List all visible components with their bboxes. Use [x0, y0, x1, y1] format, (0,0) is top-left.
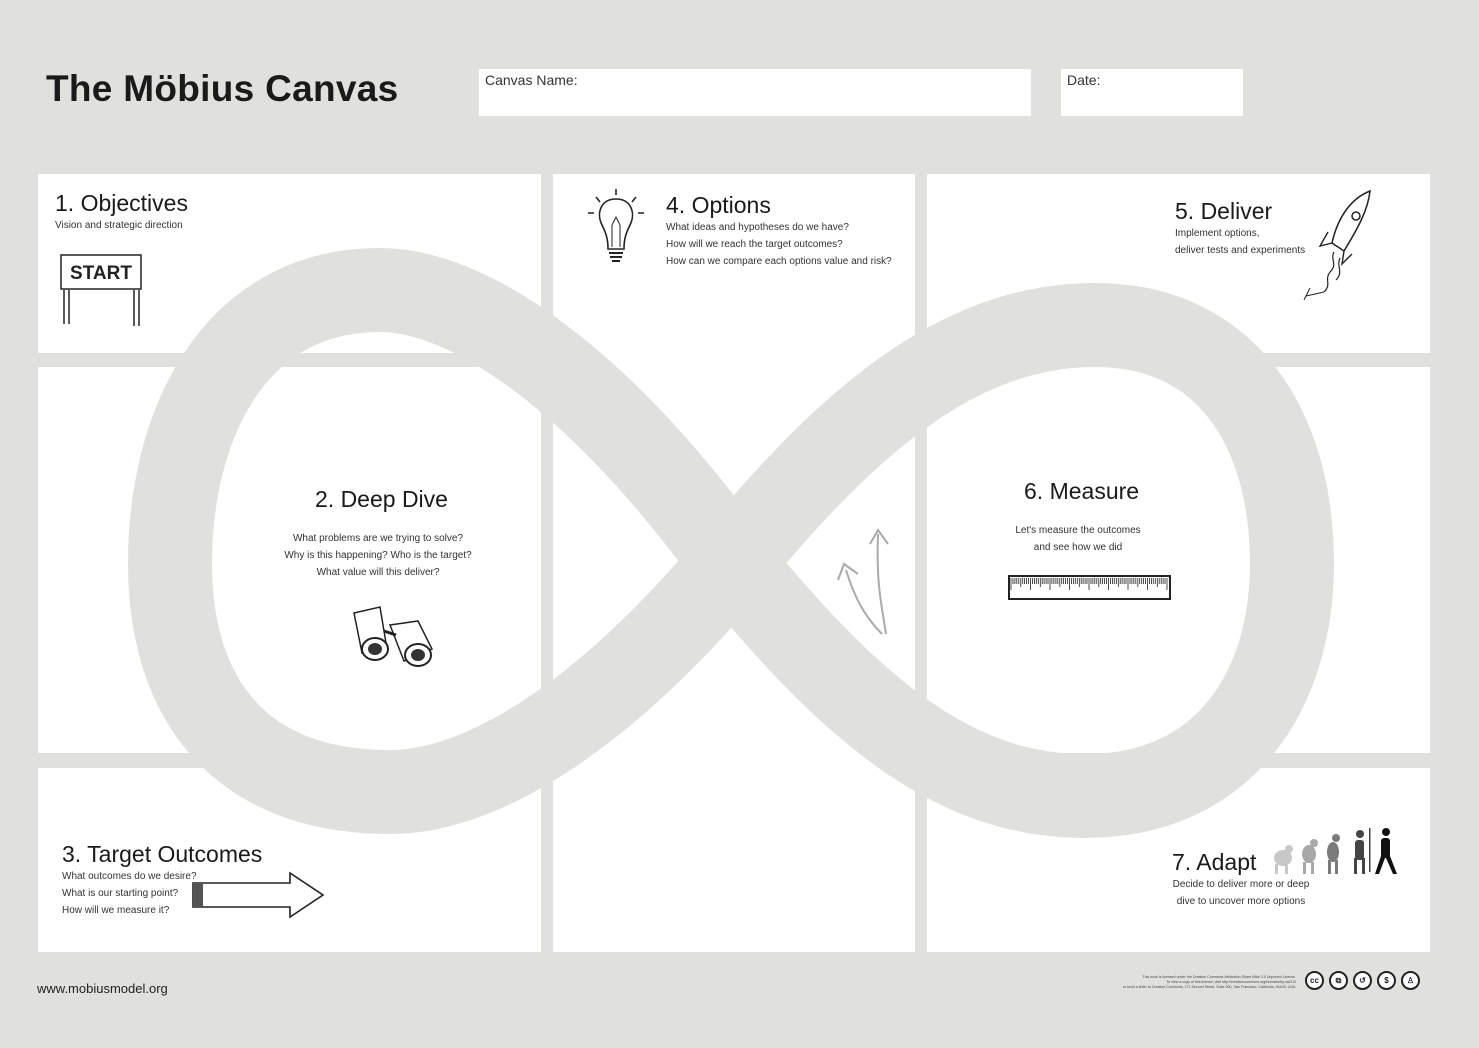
- target-outcomes-line: How will we measure it?: [62, 905, 170, 916]
- measure-line: and see how we did: [1033, 542, 1123, 553]
- page-title: The Möbius Canvas: [46, 68, 399, 109]
- share-alike-icon: ↺: [1353, 971, 1372, 990]
- options-line: What ideas and hypotheses do we have?: [666, 222, 849, 233]
- target-outcomes-line: What is our starting point?: [62, 888, 179, 899]
- measure-title: 6. Measure: [1024, 478, 1140, 504]
- ruler-icon: [1008, 575, 1171, 600]
- target-outcomes-title: 3. Target Outcomes: [62, 841, 263, 867]
- canvas-name-label: Canvas Name:: [485, 72, 578, 88]
- date-field[interactable]: Date:: [1061, 69, 1243, 116]
- deliver-line: deliver tests and experiments: [1175, 245, 1306, 256]
- date-label: Date:: [1067, 72, 1101, 88]
- deliver-title: 5. Deliver: [1175, 198, 1273, 224]
- evolution-icon: [1274, 828, 1397, 874]
- panel-measure: [927, 367, 1430, 753]
- adapt-line: Decide to deliver more or deep: [1172, 879, 1310, 890]
- cc-badges: cc ⧉ ↺ $ ♙: [1305, 971, 1420, 990]
- copy-icon: ⧉: [1329, 971, 1348, 990]
- options-title: 4. Options: [666, 192, 771, 218]
- arrow-right-icon: [192, 871, 325, 919]
- objectives-line: Vision and strategic direction: [55, 220, 183, 231]
- options-line: How will we reach the target outcomes?: [666, 239, 843, 250]
- measure-line: Let's measure the outcomes: [1015, 525, 1141, 536]
- binoculars-icon: [353, 606, 434, 667]
- non-commercial-icon: $: [1377, 971, 1396, 990]
- lightbulb-icon: [588, 189, 644, 262]
- deep-dive-line: What value will this deliver?: [316, 567, 440, 578]
- rocket-icon: [1303, 189, 1371, 301]
- license-text: This work is licensed under the Creative…: [1060, 975, 1296, 990]
- objectives-text: Vision and strategic direction: [55, 217, 183, 234]
- adapt-title: 7. Adapt: [1172, 849, 1257, 875]
- deliver-line: Implement options,: [1175, 228, 1260, 239]
- footer-url[interactable]: www.mobiusmodel.org: [37, 981, 168, 996]
- deliver-text: Implement options, deliver tests and exp…: [1175, 225, 1305, 259]
- start-sign-icon: START: [60, 254, 142, 326]
- deep-dive-text: What problems are we trying to solve? Wh…: [278, 530, 478, 581]
- options-line: How can we compare each options value an…: [666, 256, 892, 267]
- attribution-icon: ♙: [1401, 971, 1420, 990]
- curved-arrows-icon: [837, 528, 889, 635]
- options-text: What ideas and hypotheses do we have? Ho…: [666, 219, 892, 270]
- measure-text: Let's measure the outcomes and see how w…: [978, 522, 1178, 556]
- canvas-name-field[interactable]: Canvas Name:: [479, 69, 1031, 116]
- cc-icon: cc: [1305, 971, 1324, 990]
- deep-dive-line: Why is this happening? Who is the target…: [284, 550, 472, 561]
- target-outcomes-line: What outcomes do we desire?: [62, 871, 197, 882]
- deep-dive-title: 2. Deep Dive: [315, 486, 448, 512]
- adapt-text: Decide to deliver more or deep dive to u…: [1156, 876, 1326, 910]
- target-outcomes-text: What outcomes do we desire? What is our …: [62, 868, 197, 919]
- license-line: or send a letter to Creative Commons, 17…: [1122, 985, 1296, 989]
- start-sign-text: START: [70, 263, 132, 284]
- objectives-title: 1. Objectives: [55, 190, 188, 216]
- adapt-line: dive to uncover more options: [1176, 896, 1306, 907]
- deep-dive-line: What problems are we trying to solve?: [292, 533, 464, 544]
